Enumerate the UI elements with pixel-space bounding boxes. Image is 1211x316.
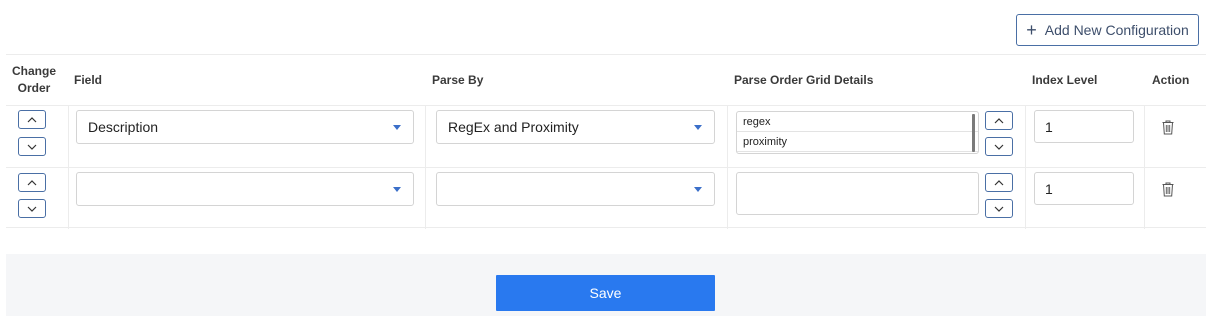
chevron-up-icon	[27, 116, 37, 122]
parse-by-select[interactable]: RegEx and Proximity	[436, 110, 715, 144]
chevron-up-icon	[994, 117, 1004, 123]
caret-down-icon	[694, 187, 702, 192]
row-divider	[6, 105, 1206, 106]
chevron-down-icon	[27, 144, 37, 150]
trash-icon[interactable]	[1162, 120, 1174, 135]
move-down-button[interactable]	[18, 199, 46, 218]
grid-item-down-button[interactable]	[985, 199, 1013, 218]
column-divider	[1025, 105, 1026, 229]
index-level-input[interactable]: 1	[1034, 110, 1134, 143]
header-parse-order-grid-details: Parse Order Grid Details	[734, 73, 874, 87]
grid-item-up-button[interactable]	[985, 173, 1013, 192]
header-index-level: Index Level	[1032, 73, 1098, 87]
column-divider	[425, 105, 426, 229]
field-select-value: Description	[88, 119, 159, 135]
save-button[interactable]: Save	[496, 275, 715, 311]
column-divider	[68, 105, 69, 229]
grid-item-down-button[interactable]	[985, 137, 1013, 156]
index-level-input[interactable]: 1	[1034, 172, 1134, 205]
header-change-order: Change Order	[11, 64, 56, 95]
parse-by-select-value: RegEx and Proximity	[448, 119, 579, 135]
chevron-up-icon	[27, 179, 37, 185]
caret-down-icon	[393, 125, 401, 130]
move-up-button[interactable]	[18, 110, 46, 129]
row-divider	[6, 167, 1206, 168]
listbox-scrollbar[interactable]	[972, 114, 975, 152]
caret-down-icon	[393, 187, 401, 192]
column-divider	[727, 105, 728, 229]
add-new-configuration-button[interactable]: + Add New Configuration	[1016, 14, 1199, 46]
trash-icon[interactable]	[1162, 182, 1174, 197]
move-up-button[interactable]	[18, 173, 46, 192]
list-item[interactable]: regex	[737, 112, 978, 132]
plus-icon: +	[1026, 20, 1037, 40]
add-new-configuration-label: Add New Configuration	[1044, 22, 1189, 38]
header-parse-by: Parse By	[432, 73, 484, 87]
parse-by-select[interactable]	[436, 172, 715, 206]
parse-order-listbox[interactable]	[736, 172, 979, 215]
field-select[interactable]	[76, 172, 414, 206]
list-item[interactable]: proximity	[737, 132, 978, 152]
column-divider	[1144, 105, 1145, 229]
header-field: Field	[74, 73, 103, 87]
move-down-button[interactable]	[18, 137, 46, 156]
chevron-down-icon	[27, 206, 37, 212]
chevron-down-icon	[994, 206, 1004, 212]
chevron-down-icon	[994, 144, 1004, 150]
field-select[interactable]: Description	[76, 110, 414, 144]
parse-order-listbox[interactable]: regex proximity	[736, 111, 979, 154]
caret-down-icon	[694, 125, 702, 130]
chevron-up-icon	[994, 179, 1004, 185]
header-action: Action	[1152, 73, 1190, 87]
grid-item-up-button[interactable]	[985, 111, 1013, 130]
